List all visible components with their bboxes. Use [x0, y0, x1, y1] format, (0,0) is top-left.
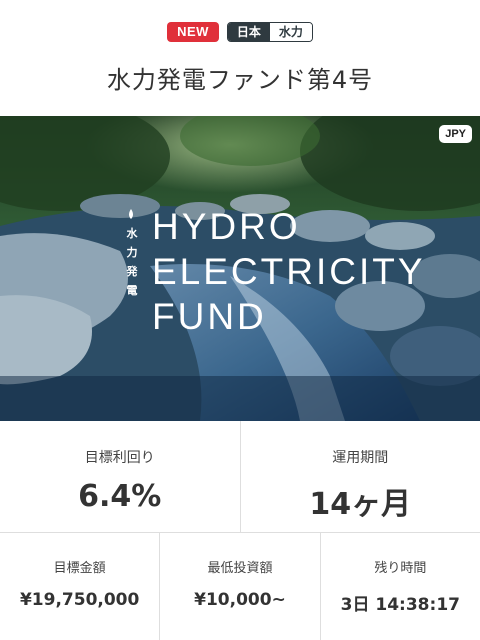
target-yield-cell: 目標利回り 6.4% [0, 421, 240, 532]
target-amount-value: ¥19,750,000 [19, 590, 140, 610]
target-yield-label: 目標利回り [84, 450, 155, 466]
hero-image[interactable]: JPY 水 力 発 電 HYDRO ELECTRICITY FUND [0, 116, 480, 421]
headline-line: HYDRO [152, 206, 301, 247]
period-label: 運用期間 [332, 450, 389, 466]
hero-vertical-text: 水 力 発 電 [124, 224, 140, 300]
headline-line: ELECTRICITY [152, 251, 426, 292]
min-investment-value: ¥10,000~ [194, 590, 286, 610]
currency-badge: JPY [439, 125, 472, 143]
fund-tags: NEW 日本 水力 [0, 22, 480, 42]
target-amount-label: 目標金額 [53, 561, 106, 576]
period-value: 14ヶ月 [309, 487, 412, 522]
water-drop-icon [129, 209, 133, 219]
headline-line: FUND [152, 296, 267, 337]
time-left-label: 残り時間 [374, 561, 427, 576]
target-yield-value: 6.4% [78, 479, 162, 514]
period-cell: 運用期間 14ヶ月 [239, 421, 480, 532]
country-tag: 日本 [227, 23, 270, 41]
category-tag: 水力 [269, 23, 312, 41]
new-badge: NEW [167, 22, 219, 42]
stats-row-secondary: 目標金額 ¥19,750,000 最低投資額 ¥10,000~ 残り時間 3日 … [0, 533, 480, 640]
vertical-char: 電 [126, 284, 138, 297]
target-amount-cell: 目標金額 ¥19,750,000 [0, 533, 159, 640]
vertical-char: 発 [126, 265, 138, 278]
time-left-value: 3日 14:38:17 [340, 595, 460, 615]
stats-row-primary: 目標利回り 6.4% 運用期間 14ヶ月 [0, 421, 480, 533]
vertical-char: 水 [126, 227, 138, 240]
min-investment-label: 最低投資額 [207, 561, 273, 576]
min-investment-cell: 最低投資額 ¥10,000~ [159, 533, 319, 640]
time-left-cell: 残り時間 3日 14:38:17 [319, 533, 480, 640]
fund-title: 水力発電ファンド第4号 [106, 66, 374, 94]
vertical-char: 力 [126, 246, 138, 259]
tag-group: 日本 水力 [226, 22, 313, 42]
hero-headline: HYDRO ELECTRICITY FUND [152, 204, 426, 339]
